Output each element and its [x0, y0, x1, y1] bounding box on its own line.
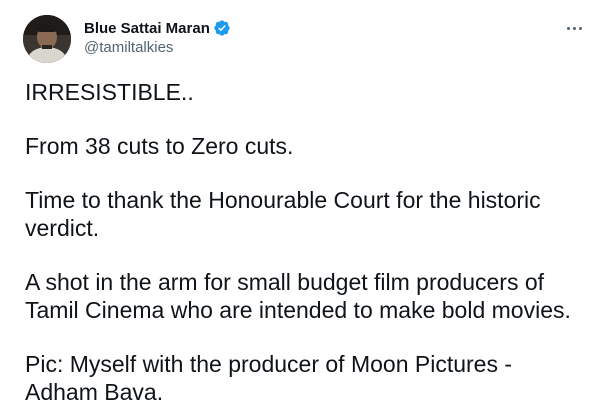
author-display-name[interactable]: Blue Sattai Maran — [84, 20, 210, 37]
more-horizontal-icon[interactable] — [562, 18, 586, 38]
tweet-paragraph: IRRESISTIBLE.. — [25, 79, 194, 105]
avatar-image — [23, 15, 71, 63]
tweet-paragraph: Time to thank the Honourable Court for t… — [25, 187, 541, 241]
tweet-text: IRRESISTIBLE.. From 38 cuts to Zero cuts… — [25, 78, 585, 406]
author-handle[interactable]: @tamiltalkies — [84, 39, 173, 56]
tweet-card: Blue Sattai Maran @tamiltalkies IRRESIST… — [0, 0, 600, 420]
avatar[interactable] — [23, 15, 71, 63]
tweet-paragraph: Pic: Myself with the producer of Moon Pi… — [25, 351, 513, 405]
author-name-row: Blue Sattai Maran — [84, 18, 231, 38]
tweet-paragraph: From 38 cuts to Zero cuts. — [25, 133, 294, 159]
verified-badge-icon — [213, 19, 231, 37]
tweet-paragraph: A shot in the arm for small budget film … — [25, 269, 571, 323]
